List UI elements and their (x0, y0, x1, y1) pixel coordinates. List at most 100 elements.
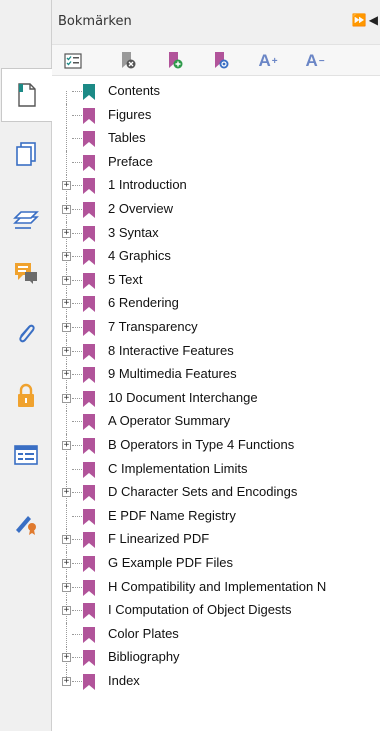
bookmark-label: 1 Introduction (108, 177, 187, 193)
bookmark-item[interactable]: +8 Interactive Features (52, 339, 380, 364)
bookmark-label: D Character Sets and Encodings (108, 484, 298, 500)
expand-toggle-icon[interactable]: + (62, 559, 71, 568)
find-bookmark-icon[interactable] (210, 50, 232, 72)
expand-toggle-icon[interactable]: + (62, 228, 71, 238)
tree-branch-line (72, 232, 82, 234)
expand-toggle-icon[interactable]: + (62, 535, 71, 545)
bookmark-item[interactable]: +5 Text (52, 268, 380, 293)
decrease-text-label: A (305, 51, 318, 70)
bookmark-item[interactable]: Contents (52, 80, 380, 104)
bookmark-item[interactable]: +4 Graphics (52, 245, 380, 270)
options-menu-icon[interactable] (62, 50, 84, 72)
tree-branch-line (72, 161, 82, 163)
bookmark-icon (83, 485, 95, 502)
bookmark-item[interactable]: +2 Overview (52, 198, 380, 222)
bookmark-item[interactable]: + D Character Sets and Encodings (52, 481, 380, 506)
lock-icon[interactable] (8, 378, 44, 414)
expand-toggle-icon[interactable]: + (62, 323, 71, 332)
tree-branch-line (72, 681, 82, 682)
bookmark-label: 3 Syntax (108, 224, 159, 240)
bookmark-label: A Operator Summary (108, 413, 231, 429)
expand-toggle-icon[interactable]: + (62, 606, 71, 616)
bookmark-item[interactable]: + H Compatibility and Implementation N (52, 575, 380, 600)
bookmark-item[interactable]: Preface (52, 150, 380, 175)
expand-toggle-icon[interactable]: + (62, 252, 71, 262)
bookmark-label: 10 Document Interchange (108, 389, 258, 405)
tree-connector-line (66, 622, 67, 647)
bookmark-item[interactable]: Figures (52, 103, 380, 128)
bookmark-icon (83, 272, 95, 289)
decrease-text-size-button[interactable]: A − (302, 50, 328, 72)
tree-branch-line (72, 374, 82, 376)
tree-connector-line (66, 127, 67, 152)
new-bookmark-icon[interactable] (164, 50, 186, 72)
comments-icon[interactable] (8, 255, 44, 291)
bookmark-icon (83, 178, 95, 195)
expand-toggle-icon[interactable]: + (62, 441, 71, 450)
bookmark-item[interactable]: C Implementation Limits (52, 457, 380, 482)
page-thumbnails-icon[interactable] (8, 136, 44, 172)
bookmark-item[interactable]: + Bibliography (52, 646, 380, 671)
bookmark-item[interactable]: + B Operators in Type 4 Functions (52, 434, 380, 458)
panel-collapse-controls[interactable]: ⏩◀ (352, 13, 380, 27)
expand-toggle-icon[interactable]: + (62, 653, 71, 663)
bookmark-item[interactable]: +10 Document Interchange (52, 386, 380, 411)
bookmark-item[interactable]: +1 Introduction (52, 174, 380, 199)
bookmark-item[interactable]: + I Computation of Object Digests (52, 599, 380, 624)
expand-toggle-icon[interactable]: + (62, 346, 71, 356)
bookmark-label: 8 Interactive Features (108, 342, 234, 358)
bookmark-item[interactable]: E PDF Name Registry (52, 504, 380, 529)
bookmark-icon (83, 650, 95, 667)
bookmark-icon (83, 626, 95, 643)
increase-text-size-button[interactable]: A + (255, 50, 281, 72)
tree-branch-line (72, 492, 82, 494)
bookmark-icon (83, 414, 95, 431)
bookmark-label: E PDF Name Registry (108, 507, 236, 523)
expand-toggle-icon[interactable]: + (62, 582, 71, 592)
bookmark-item[interactable]: Tables (52, 127, 380, 152)
bookmarks-panel-header: Bokmärken ⏩◀ (52, 0, 380, 44)
panel-title: Bokmärken (58, 14, 132, 29)
delete-bookmark-icon[interactable] (117, 50, 139, 72)
bookmark-label: Bibliography (108, 649, 180, 665)
tree-branch-line (72, 633, 82, 635)
signature-icon[interactable] (8, 505, 44, 541)
tree-branch-line (72, 138, 82, 140)
bookmark-item[interactable]: +6 Rendering (52, 292, 380, 317)
expand-toggle-icon[interactable]: + (62, 488, 71, 498)
expand-toggle-icon[interactable]: + (62, 299, 71, 309)
bookmark-item[interactable]: +9 Multimedia Features (52, 363, 380, 388)
tree-branch-line (72, 327, 82, 328)
form-fields-icon[interactable] (8, 437, 44, 473)
bookmark-item[interactable]: A Operator Summary (52, 410, 380, 435)
expand-toggle-icon[interactable]: + (62, 181, 71, 191)
bookmark-item[interactable]: Color Plates (52, 622, 380, 647)
bookmark-label: H Compatibility and Implementation N (108, 578, 327, 594)
bookmark-icon (83, 556, 95, 572)
expand-toggle-icon[interactable]: + (62, 370, 71, 380)
bookmark-item[interactable]: + G Example PDF Files (52, 552, 380, 576)
bookmark-label: Tables (108, 130, 146, 146)
bookmark-icon (83, 579, 95, 596)
expand-toggle-icon[interactable]: + (62, 205, 71, 214)
tree-branch-line (72, 421, 82, 423)
increase-plus-mark: + (271, 55, 278, 67)
bookmark-icon (83, 367, 95, 384)
attachments-icon[interactable] (8, 316, 44, 352)
layers-icon[interactable] (8, 200, 44, 236)
bookmark-icon (83, 438, 95, 454)
expand-toggle-icon[interactable]: + (62, 275, 71, 285)
expand-toggle-icon[interactable]: + (62, 677, 71, 686)
bookmark-label: Preface (108, 153, 153, 169)
tree-branch-line (72, 610, 82, 612)
expand-toggle-icon[interactable]: + (62, 393, 71, 403)
page-icon[interactable] (1, 68, 52, 122)
tree-connector-line (66, 410, 67, 435)
side-panel-rail (0, 0, 52, 731)
bookmark-item[interactable]: + F Linearized PDF (52, 528, 380, 553)
bookmark-item[interactable]: + Index (52, 670, 380, 694)
bookmark-icon (83, 532, 95, 549)
bookmark-item[interactable]: +3 Syntax (52, 221, 380, 246)
bookmark-item[interactable]: +7 Transparency (52, 316, 380, 340)
bookmark-icon (83, 508, 95, 525)
